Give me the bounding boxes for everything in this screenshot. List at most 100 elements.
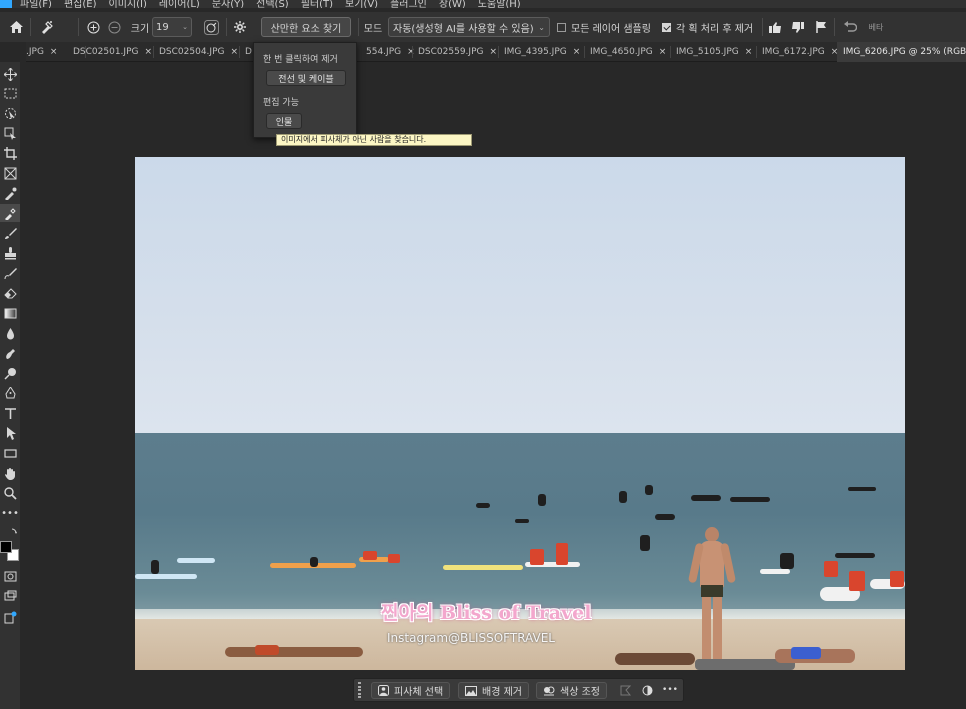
tab-document[interactable]: IMG_4395.JPG × xyxy=(498,42,584,62)
tab-document[interactable]: IMG_5105.JPG × xyxy=(670,42,756,62)
find-distractions-button[interactable]: 산만한 요소 찾기 xyxy=(261,17,351,37)
beach-photo[interactable]: 찐아의 Bliss of Travel Instagram@BLISSOFTRA… xyxy=(135,157,905,670)
menu-help[interactable]: 도움말(H) xyxy=(478,0,521,8)
brush-icon[interactable] xyxy=(0,224,20,242)
close-icon[interactable]: × xyxy=(745,47,753,57)
tab-active-document[interactable]: IMG_6206.JPG @ 25% (RGB/8 xyxy=(837,42,966,62)
thumbs-down-icon[interactable] xyxy=(791,17,805,37)
menu-layer[interactable]: 레이어(L) xyxy=(159,0,200,8)
swap-colors-icon[interactable] xyxy=(0,524,20,542)
tab-document[interactable]: IMG_6172.JPG × xyxy=(756,42,840,62)
gradient-icon[interactable] xyxy=(0,304,20,322)
tab-label: IMG_6172.JPG xyxy=(762,47,825,57)
screen-mode-icon[interactable] xyxy=(0,587,20,605)
menu-image[interactable]: 이미지(I) xyxy=(109,0,147,8)
pen-icon[interactable] xyxy=(0,384,20,402)
foreground-color-swatch[interactable] xyxy=(0,541,12,553)
pressure-size-icon[interactable] xyxy=(202,17,220,37)
wires-and-cables-button[interactable]: 전선 및 케이블 xyxy=(266,70,346,86)
tab-document[interactable]: 554.JPG × xyxy=(360,42,415,62)
close-icon[interactable]: × xyxy=(50,47,58,57)
menu-type[interactable]: 문자(Y) xyxy=(212,0,244,8)
gear-icon[interactable] xyxy=(232,17,248,37)
menu-edit[interactable]: 편집(E) xyxy=(64,0,97,8)
frame-icon[interactable] xyxy=(0,164,20,182)
mode-select[interactable]: 자동(생성형 AI를 사용할 수 있음) ⌄ xyxy=(388,17,550,37)
undo-icon[interactable] xyxy=(842,17,858,37)
flag-icon[interactable] xyxy=(814,17,828,37)
blur-icon[interactable] xyxy=(0,324,20,342)
menu-filter[interactable]: 필터(T) xyxy=(301,0,333,8)
photoshop-logo[interactable] xyxy=(0,0,12,8)
watermark-title: 찐아의 Bliss of Travel xyxy=(381,602,592,624)
tab-label: D xyxy=(245,47,252,57)
size-input[interactable]: 19 ⌄ xyxy=(152,17,192,37)
menu-file[interactable]: 파일(F) xyxy=(20,0,52,8)
home-icon[interactable] xyxy=(6,17,26,37)
document-tabs: .JPG × DSC02501.JPG × DSC02504.JPG × D 554.… xyxy=(26,42,966,62)
contextual-task-bar: 피사체 선택 배경 제거 색상 조정 ••• xyxy=(353,678,684,702)
share-icon[interactable] xyxy=(0,608,20,626)
tab-label: IMG_5105.JPG xyxy=(676,47,739,57)
close-icon[interactable]: × xyxy=(144,47,152,57)
dodge-icon[interactable] xyxy=(0,364,20,382)
history-brush-icon[interactable] xyxy=(0,264,20,282)
sample-all-layers-checkbox[interactable]: 모든 레이어 샘플링 xyxy=(557,17,657,37)
remove-after-stroke-checkbox[interactable]: 각 획 처리 후 제거 xyxy=(662,17,758,37)
menu-select[interactable]: 선택(S) xyxy=(256,0,289,8)
menu-view[interactable]: 보기(V) xyxy=(345,0,378,8)
path-select-icon[interactable] xyxy=(0,424,20,442)
drag-handle-icon[interactable] xyxy=(358,682,362,698)
zoom-icon[interactable] xyxy=(0,484,20,502)
eraser-icon[interactable] xyxy=(0,284,20,302)
close-icon[interactable]: × xyxy=(230,47,238,57)
more-tools-icon[interactable]: ••• xyxy=(0,504,20,522)
color-adjust-button[interactable]: 색상 조정 xyxy=(536,682,607,699)
crop-select-icon[interactable] xyxy=(0,124,20,142)
close-icon[interactable]: × xyxy=(489,47,497,57)
menu-plugins[interactable]: 플러그인 xyxy=(390,0,427,8)
smudge-icon[interactable] xyxy=(0,344,20,362)
tab-label: DSC02501.JPG xyxy=(73,47,139,57)
tab-label: IMG_6206.JPG @ 25% (RGB/8 xyxy=(843,47,966,57)
size-value: 19 xyxy=(156,21,169,33)
swimmer xyxy=(515,519,529,523)
remove-background-button[interactable]: 배경 제거 xyxy=(458,682,529,699)
find-distractions-popup: 한 번 클릭하여 제거 전선 및 케이블 편집 가능 인물 xyxy=(253,42,357,138)
find-distractions-label: 산만한 요소 찾기 xyxy=(270,23,342,35)
tab-document[interactable]: DSC02559.JPG × xyxy=(412,42,498,62)
remove-tool-icon[interactable] xyxy=(36,17,58,37)
tab-label: .JPG xyxy=(26,47,44,57)
tab-document[interactable]: IMG_4650.JPG × xyxy=(584,42,670,62)
eyedropper-icon[interactable] xyxy=(0,184,20,202)
checkbox-box xyxy=(557,22,566,32)
crop-icon[interactable] xyxy=(0,144,20,162)
healing-brush-icon[interactable] xyxy=(0,204,20,222)
tab-document[interactable]: DSC02504.JPG × xyxy=(153,42,239,62)
tab-document[interactable]: DSC02501.JPG × xyxy=(67,42,153,62)
adjustment-icon[interactable] xyxy=(640,683,654,697)
rectangle-icon[interactable] xyxy=(0,444,20,462)
marquee-icon[interactable] xyxy=(0,84,20,102)
more-options-icon[interactable]: ••• xyxy=(662,683,678,697)
select-subject-button[interactable]: 피사체 선택 xyxy=(371,682,451,699)
move-icon[interactable] xyxy=(0,65,20,83)
close-icon[interactable]: × xyxy=(573,47,581,57)
standing-man xyxy=(687,527,737,661)
type-icon[interactable] xyxy=(0,404,20,422)
close-icon[interactable]: × xyxy=(659,47,667,57)
surfboard xyxy=(177,558,215,563)
remove-after-stroke-label: 각 획 처리 후 제거 xyxy=(676,23,754,35)
transform-icon[interactable] xyxy=(618,683,632,697)
hand-icon[interactable] xyxy=(0,464,20,482)
people-button[interactable]: 인물 xyxy=(266,113,302,129)
thumbs-up-icon[interactable] xyxy=(768,17,782,37)
quick-mask-icon[interactable] xyxy=(0,567,20,585)
add-stroke-icon[interactable] xyxy=(86,17,100,37)
sample-all-layers-label: 모든 레이어 샘플링 xyxy=(571,23,651,35)
stamp-icon[interactable] xyxy=(0,244,20,262)
menu-window[interactable]: 창(W) xyxy=(439,0,466,8)
subtract-stroke-icon[interactable] xyxy=(107,17,121,37)
swimmer-vest xyxy=(363,551,377,560)
object-select-icon[interactable] xyxy=(0,104,20,122)
